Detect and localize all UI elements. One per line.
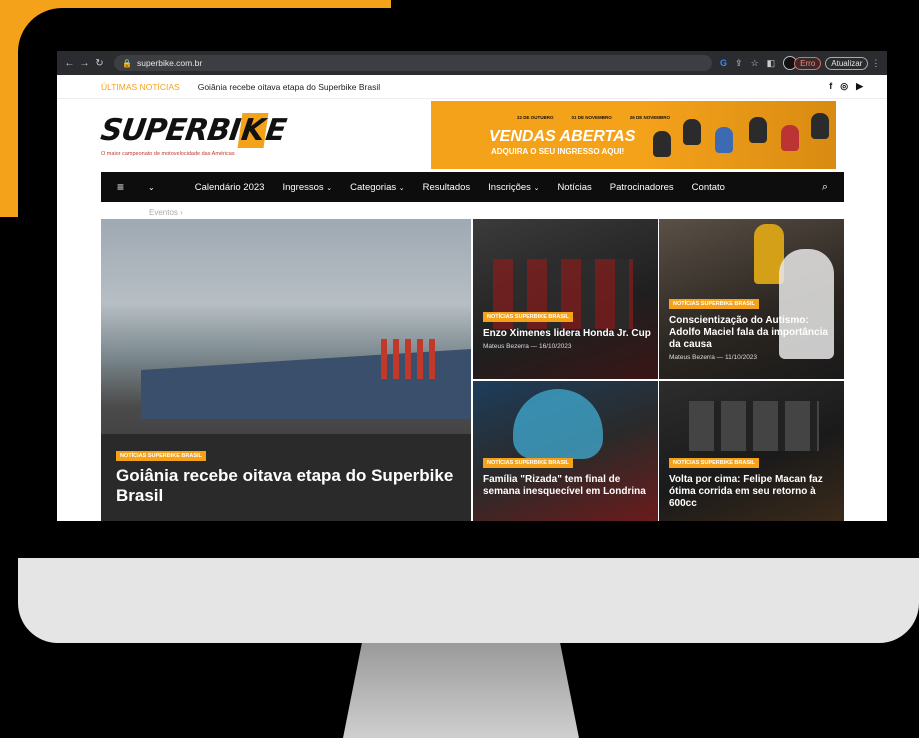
site-header: SUPERBIKE O maior campeonato de motovelo… — [57, 99, 887, 174]
monitor-chin — [18, 558, 919, 643]
featured-article[interactable]: Notícias Superbike Brasil Goiânia recebe… — [101, 219, 471, 521]
side-panel-icon[interactable]: ◧ — [767, 58, 776, 69]
social-links: f ◎ ▶ — [829, 81, 863, 92]
flags-graphic — [381, 339, 441, 379]
banner-title: VENDAS ABERTAS — [489, 128, 636, 145]
article-card[interactable]: Notícias Superbike Brasil Conscientizaçã… — [659, 219, 844, 379]
category-badge[interactable]: Notícias Superbike Brasil — [483, 312, 573, 322]
article-title[interactable]: Goiânia recebe oitava etapa do Superbike… — [116, 466, 456, 507]
banner-subtitle: ADQUIRA O SEU INGRESSO AQUI! — [491, 147, 625, 156]
address-bar[interactable]: 🔒 superbike.com.br — [114, 55, 712, 71]
category-badge[interactable]: Notícias Superbike Brasil — [116, 451, 206, 461]
nav-item-contato[interactable]: Contato — [692, 182, 725, 193]
motorcycle-graphic — [653, 131, 671, 157]
article-title[interactable]: Família "Rizada" tem final de semana ine… — [483, 474, 651, 498]
article-title[interactable]: Conscientização do Autismo: Adolfo Macie… — [669, 315, 837, 351]
instagram-icon[interactable]: ◎ — [840, 81, 848, 92]
hamburger-menu-icon[interactable]: ≡ — [117, 180, 124, 194]
error-badge[interactable]: Erro — [794, 56, 822, 70]
main-navigation: ≡ ⌄ Calendário 2023 Ingressos ⌄ Categori… — [101, 172, 844, 202]
category-badge[interactable]: Notícias Superbike Brasil — [483, 458, 573, 468]
monitor-stand — [343, 643, 579, 738]
nav-item-noticias[interactable]: Notícias — [557, 182, 591, 193]
ticker-headline[interactable]: Goiânia recebe oitava etapa do Superbike… — [198, 82, 830, 92]
nav-item-categorias[interactable]: Categorias ⌄ — [350, 182, 404, 193]
chevron-down-icon: ⌄ — [398, 184, 405, 192]
motorcycle-graphic — [715, 127, 733, 153]
banner-dates: 22 DE OUTUBRO 01 DE NOVEMBRO 26 DE NOVEM… — [517, 115, 671, 120]
news-ticker: ÚLTIMAS NOTÍCIAS Goiânia recebe oitava e… — [57, 75, 887, 99]
motorcycle-graphic — [781, 125, 799, 151]
share-icon[interactable]: ⇪ — [735, 58, 743, 69]
url-text: superbike.com.br — [136, 58, 203, 68]
nav-item-inscricoes[interactable]: Inscrições ⌄ — [488, 182, 539, 193]
google-icon[interactable]: G — [720, 58, 727, 68]
site-logo[interactable]: SUPERBIKE — [99, 113, 288, 148]
article-card[interactable]: Notícias Superbike Brasil Volta por cima… — [659, 381, 844, 521]
helmet-graphic — [513, 389, 603, 459]
motorcycle-graphic — [811, 113, 829, 139]
youtube-icon[interactable]: ▶ — [856, 81, 863, 92]
chevron-down-icon: ⌄ — [533, 184, 540, 192]
nav-item-calendario[interactable]: Calendário 2023 — [195, 182, 265, 193]
forward-icon[interactable]: → — [78, 58, 91, 69]
nav-item-resultados[interactable]: Resultados — [423, 182, 471, 193]
featured-news-grid: Notícias Superbike Brasil Goiânia recebe… — [101, 219, 844, 521]
article-title[interactable]: Volta por cima: Felipe Macan faz ótima c… — [669, 474, 837, 510]
browser-toolbar: ← → ↻ 🔒 superbike.com.br G ⇪ ☆ ◧ Erro At… — [57, 51, 887, 75]
ticker-label: ÚLTIMAS NOTÍCIAS — [101, 81, 180, 92]
nav-item-patrocinadores[interactable]: Patrocinadores — [610, 182, 674, 193]
bookmark-star-icon[interactable]: ☆ — [751, 58, 759, 69]
nav-item-ingressos[interactable]: Ingressos ⌄ — [282, 182, 332, 193]
article-card[interactable]: Notícias Superbike Brasil Família "Rizad… — [473, 381, 658, 521]
lock-icon[interactable]: 🔒 — [122, 59, 132, 68]
search-icon[interactable]: ⌕ — [822, 181, 828, 194]
team-graphic — [689, 401, 819, 451]
chevron-down-icon[interactable]: ⌄ — [148, 183, 155, 192]
article-card[interactable]: Notícias Superbike Brasil Enzo Ximenes l… — [473, 219, 658, 379]
submenu-eventos[interactable]: Eventos › — [149, 208, 183, 217]
site-tagline: O maior campeonato de motovelocidade das… — [101, 151, 235, 157]
reload-icon[interactable]: ↻ — [93, 58, 106, 69]
article-title[interactable]: Enzo Ximenes lidera Honda Jr. Cup — [483, 328, 651, 340]
article-meta: Mateus Bezerra — 11/10/2023 — [669, 354, 758, 361]
chevron-down-icon: ⌄ — [326, 184, 333, 192]
update-button[interactable]: Atualizar — [825, 56, 869, 70]
motorcycle-graphic — [683, 119, 701, 145]
facebook-icon[interactable]: f — [829, 81, 832, 92]
category-badge[interactable]: Notícias Superbike Brasil — [669, 458, 759, 468]
monitor-screen: ← → ↻ 🔒 superbike.com.br G ⇪ ☆ ◧ Erro At… — [57, 51, 887, 521]
back-icon[interactable]: ← — [63, 58, 76, 69]
article-meta: Mateus Bezerra — 16/10/2023 — [483, 343, 572, 350]
menu-kebab-icon[interactable]: ⋮ — [871, 58, 880, 69]
motorcycle-graphic — [749, 117, 767, 143]
ticket-sales-banner[interactable]: 22 DE OUTUBRO 01 DE NOVEMBRO 26 DE NOVEM… — [431, 101, 836, 169]
category-badge[interactable]: Notícias Superbike Brasil — [669, 299, 759, 309]
